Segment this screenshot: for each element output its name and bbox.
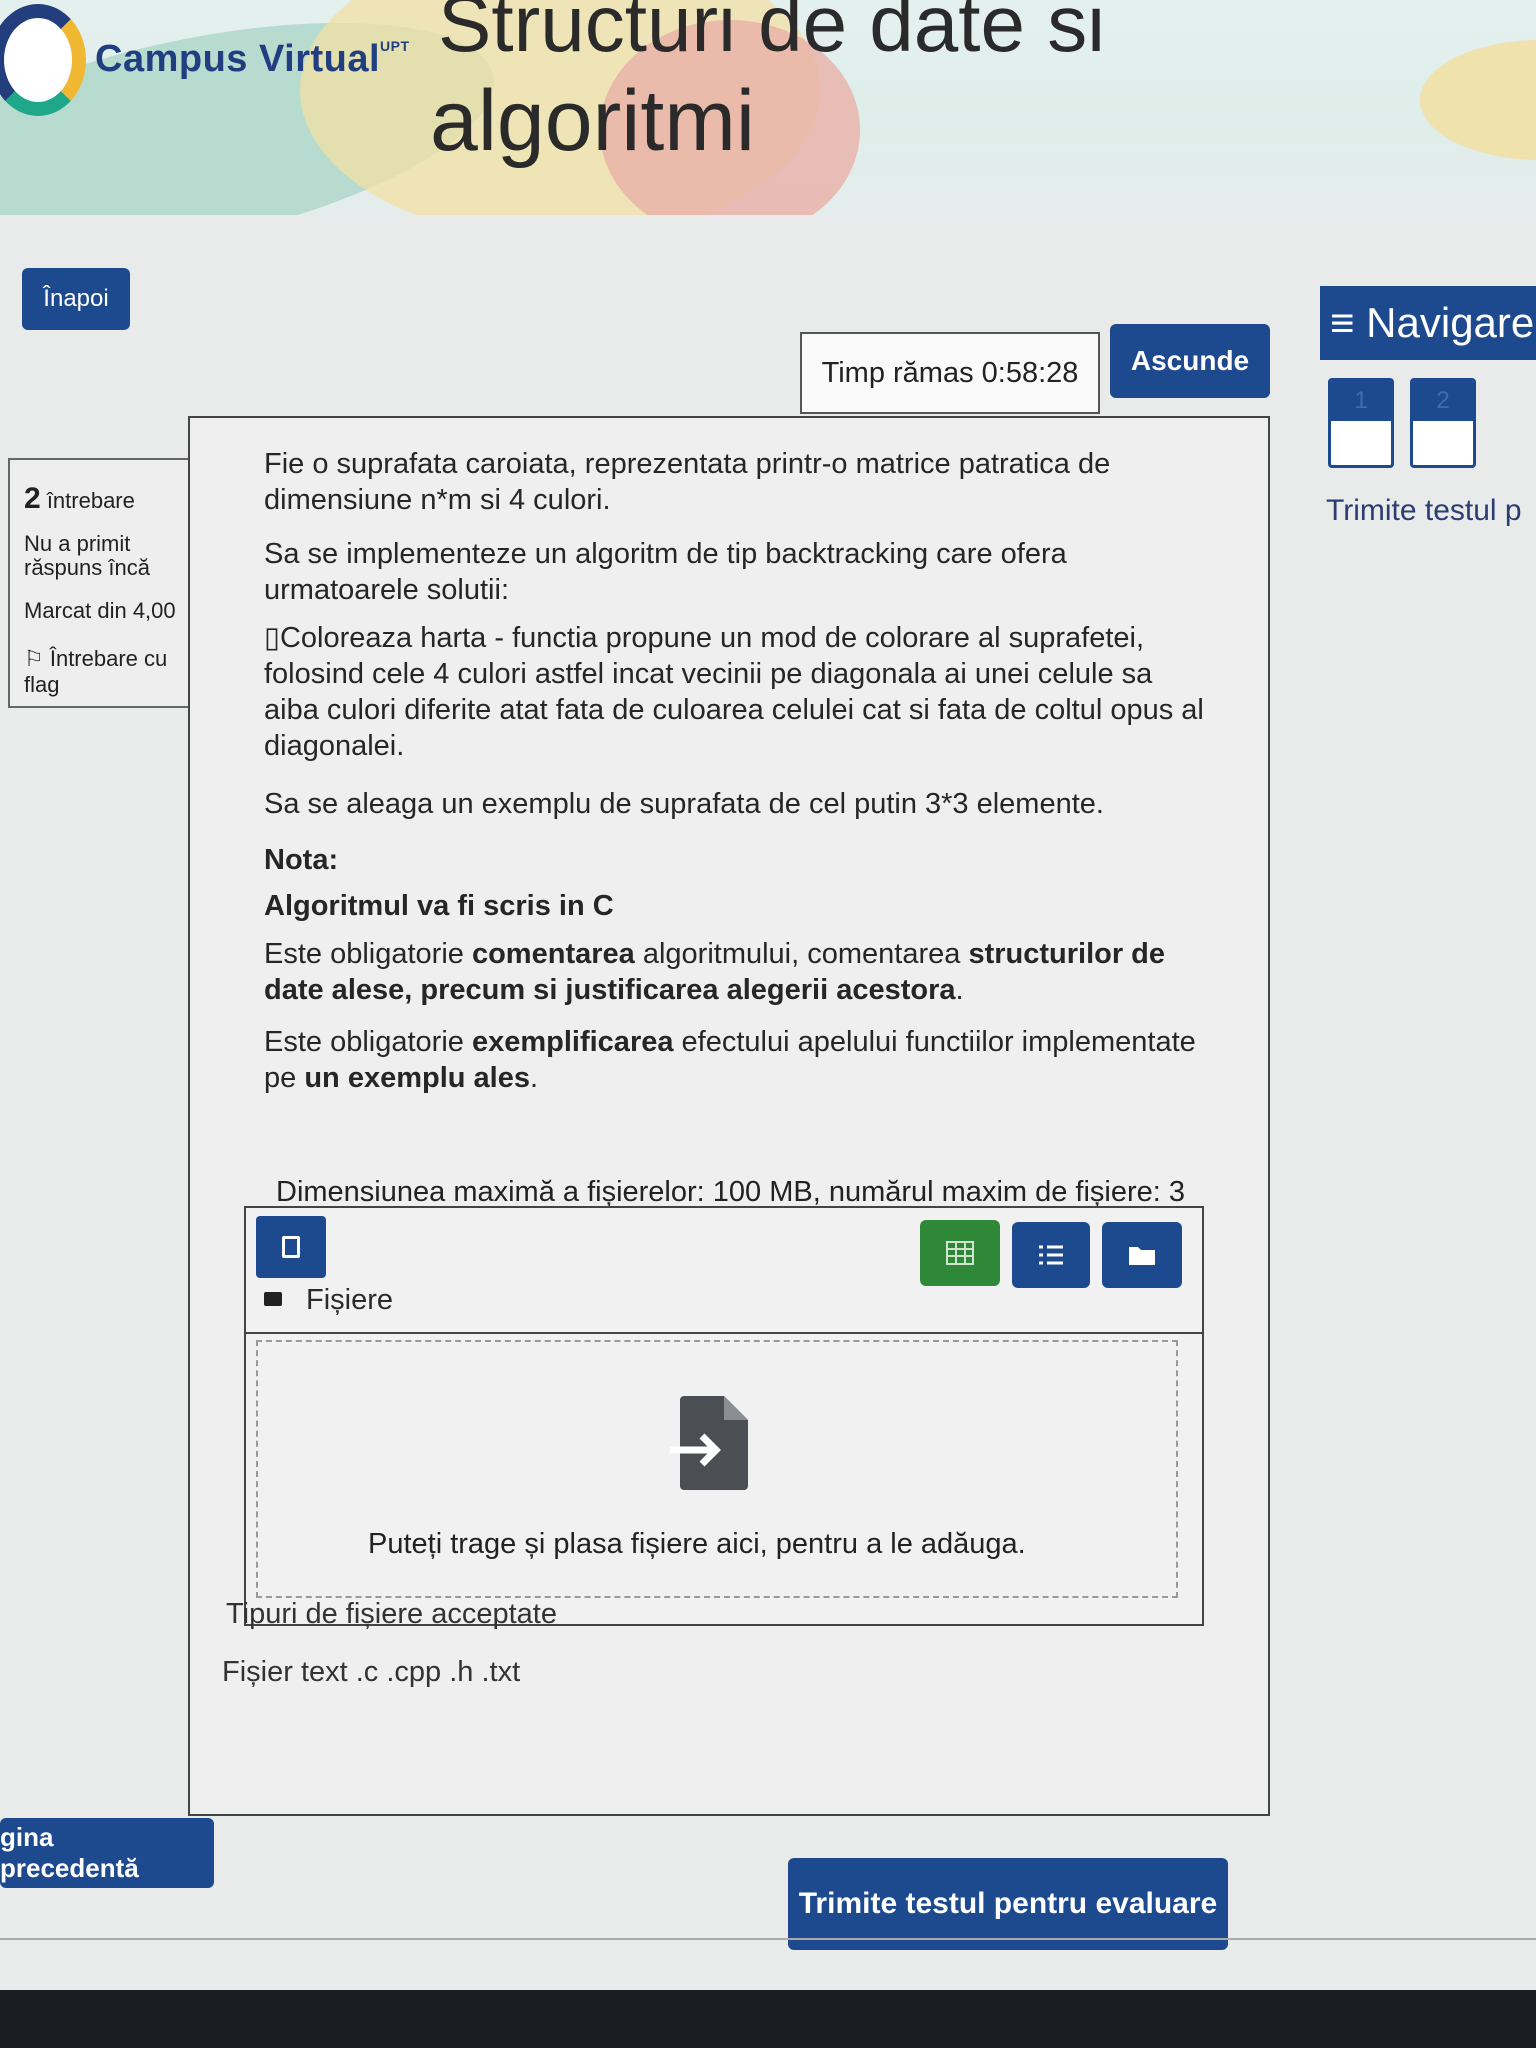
question-marks: Marcat din 4,00: [24, 598, 176, 623]
previous-page-button[interactable]: gina precedentă: [0, 1818, 214, 1888]
note-language: Algoritmul va fi scris in C: [264, 890, 614, 922]
accepted-types-value: Fișier text .c .cpp .h .txt: [222, 1656, 521, 1688]
finish-attempt-link[interactable]: Trimite testul p: [1326, 494, 1522, 528]
view-list-button[interactable]: [1012, 1222, 1090, 1288]
question-text: ▯Coloreaza harta - functia propune un mo…: [264, 622, 1204, 762]
site-logo-text[interactable]: Campus VirtualUPT: [95, 38, 410, 81]
nav-question-1-button[interactable]: 1: [1328, 378, 1394, 468]
grid-icon: [946, 1241, 974, 1265]
nav-question-number: 1: [1331, 381, 1391, 421]
screen-bezel: [0, 1990, 1536, 2048]
drop-zone-text: Puteți trage și plasa fișiere aici, pent…: [368, 1528, 1026, 1560]
divider: [244, 1332, 1204, 1334]
file-icon: [282, 1236, 300, 1258]
note-heading: Nota:: [264, 844, 339, 876]
folder-icon: [1129, 1247, 1155, 1265]
nav-question-number: 2: [1413, 381, 1473, 421]
course-title: Structuri de date si: [438, 0, 1105, 68]
quiz-navigation-title[interactable]: ≡ Navigare: [1320, 286, 1536, 360]
add-file-button[interactable]: [256, 1216, 326, 1278]
question-text: Sa se implementeze un algoritm de tip ba…: [264, 538, 1067, 606]
question-status: Nu a primit răspuns încă: [24, 531, 150, 580]
timer-display: Timp rămas 0:58:28: [800, 332, 1100, 414]
view-tree-button[interactable]: [1102, 1222, 1182, 1288]
question-text: Fie o suprafata caroiata, reprezentata p…: [264, 448, 1111, 516]
view-tiles-button[interactable]: [920, 1220, 1000, 1286]
flag-question-toggle[interactable]: ⚐ Întrebare cu flag: [24, 646, 186, 698]
folder-icon: [264, 1292, 282, 1306]
hide-timer-button[interactable]: Ascunde: [1110, 324, 1270, 398]
file-limits-text: Dimensiunea maximă a fișierelor: 100 MB,…: [276, 1176, 1186, 1208]
question-requirements: Este obligatorie exemplificarea efectulu…: [264, 1026, 1196, 1094]
question-info-panel: 2 întrebare Nu a primit răspuns încă Mar…: [8, 458, 202, 708]
question-number: 2 întrebare: [24, 482, 135, 515]
files-breadcrumb-link[interactable]: Fișiere: [306, 1284, 393, 1317]
banner-decoration: [1420, 40, 1536, 160]
question-requirements: Este obligatorie comentarea algoritmului…: [264, 938, 1166, 1006]
header-banner: Campus VirtualUPT Structuri de date si a…: [0, 0, 1536, 215]
list-icon: [1039, 1245, 1063, 1265]
upload-file-icon: [670, 1396, 748, 1490]
question-text: Sa se aleaga un exemplu de suprafata de …: [264, 788, 1104, 820]
back-button[interactable]: Înapoi: [22, 268, 130, 330]
nav-question-2-button[interactable]: 2: [1410, 378, 1476, 468]
flag-icon: ⚐: [24, 646, 50, 671]
course-title: algoritmi: [430, 73, 755, 169]
submit-attempt-button[interactable]: Trimite testul pentru evaluare: [788, 1858, 1228, 1950]
accepted-types-label: Tipuri de fișiere acceptate: [226, 1598, 557, 1630]
divider: [0, 1938, 1536, 1940]
